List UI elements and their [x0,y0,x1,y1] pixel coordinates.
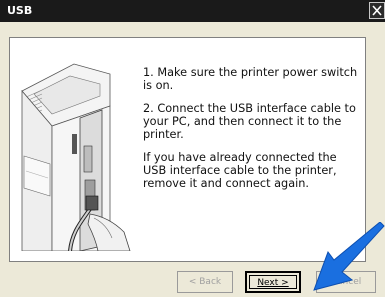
pointer-arrow-icon [313,222,385,291]
back-button[interactable]: < Back [177,271,233,293]
next-button-label: Next > [257,278,289,288]
window-title: USB [7,4,33,17]
usb-dialog-window: USB 1. Make sure the printer power switc… [0,0,385,297]
next-button[interactable]: Next > [245,271,301,293]
printer-usb-illustration [21,63,131,251]
title-bar: USB [0,0,385,22]
close-icon [372,5,382,16]
instruction-note: If you have already connected the USB in… [143,151,337,190]
instruction-step-2: 2. Connect the USB interface cable to yo… [143,102,356,141]
close-button[interactable] [369,2,385,19]
instruction-text: 1. Make sure the printer power switch is… [143,66,358,200]
instruction-step-1: 1. Make sure the printer power switch is… [143,66,358,92]
